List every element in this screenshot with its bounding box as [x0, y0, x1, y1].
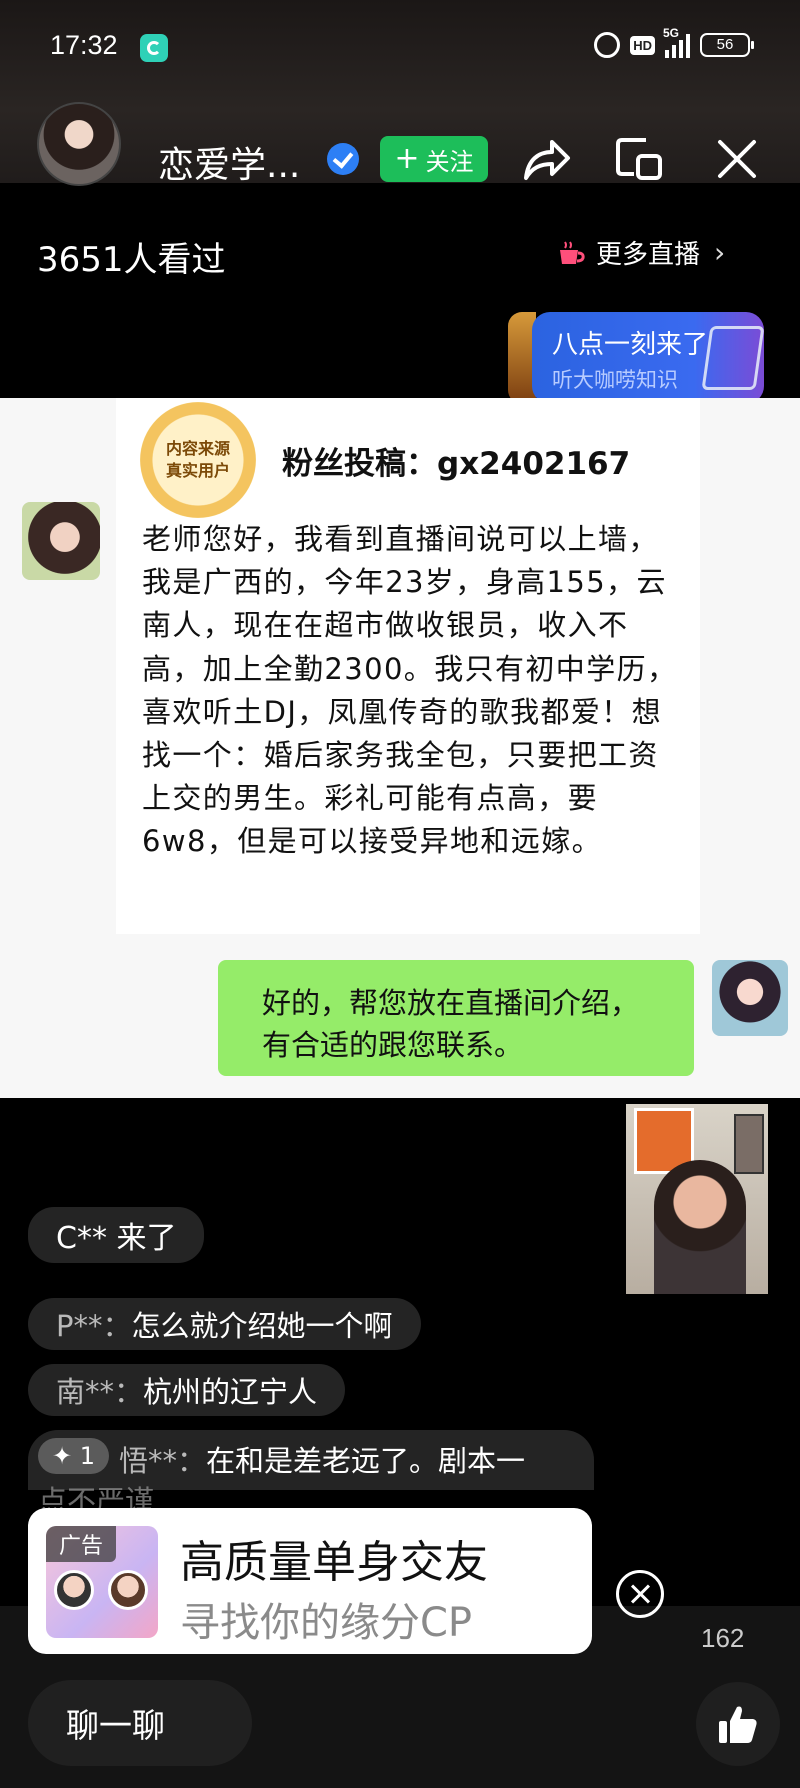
thumbs-up-icon [719, 1706, 757, 1743]
streamer-name[interactable]: 恋爱学... [158, 136, 300, 188]
like-count: 162 [701, 1623, 745, 1653]
more-live-button[interactable]: 更多直播 › [556, 234, 725, 271]
like-button[interactable] [696, 1682, 780, 1766]
promo-subtitle: 听大咖唠知识 [552, 368, 678, 392]
streamer-avatar[interactable] [37, 102, 121, 186]
fan-message: 老师您好，我看到直播间说可以上墙，我是广西的，今年23岁，身高155，云南人，现… [142, 522, 678, 859]
share-icon[interactable] [518, 132, 572, 186]
alarm-icon [594, 32, 621, 58]
follow-button[interactable]: + 关注 [380, 136, 488, 182]
ad-close-icon[interactable] [616, 1570, 664, 1618]
status-icons: HD 5G 56 [594, 26, 754, 58]
follow-label: 关注 [425, 147, 474, 176]
comment-text: 杭州的辽宁人 [143, 1375, 318, 1409]
ad-card[interactable]: 广告 高质量单身交友 寻找你的缘分CP [28, 1508, 592, 1654]
submission-id: 粉丝投稿：gx2402167 [282, 446, 631, 482]
comment-user[interactable]: 南**： [56, 1369, 143, 1411]
signal-icon: 5G [663, 26, 690, 58]
level-badge: ✦ 1 [38, 1438, 110, 1474]
comment-text: 怎么就介绍她一个啊 [131, 1309, 393, 1343]
verified-icon [327, 143, 359, 175]
comment-text: 在和是差老远了。剧本一 [206, 1444, 526, 1478]
pip-icon[interactable] [612, 132, 666, 186]
host-avatar [712, 960, 788, 1036]
more-live-label: 更多直播 [596, 240, 701, 270]
status-bar: 17:32 HD 5G 56 [0, 0, 800, 96]
chevron-right-icon: › [714, 236, 726, 269]
comment-item: 南**： 杭州的辽宁人 [28, 1364, 346, 1416]
enter-notice: C** 来了 [28, 1207, 205, 1263]
status-time: 17:32 [50, 30, 118, 60]
ad-title: 高质量单身交友 [180, 1537, 488, 1588]
comment-item: P**： 怎么就介绍她一个啊 [28, 1298, 421, 1350]
close-icon[interactable] [710, 132, 764, 186]
promo-title: 八点一刻来了 [552, 330, 709, 360]
reply-line-2: 有合适的跟您联系。 [262, 1028, 524, 1062]
reply-line-1: 好的，帮您放在直播间介绍， [262, 986, 640, 1020]
hd-icon: HD [630, 35, 655, 55]
fan-avatar [22, 502, 100, 580]
promo-graphic [701, 326, 764, 390]
comment-user[interactable]: P**： [56, 1303, 132, 1345]
comment-user[interactable]: 悟**： [119, 1438, 206, 1480]
ad-label: 广告 [46, 1526, 116, 1562]
camera-preview[interactable] [626, 1104, 768, 1294]
promo-banner[interactable]: 八点一刻来了 听大咖唠知识 [532, 312, 764, 404]
plus-icon: + [394, 141, 420, 176]
real-user-badge: 内容来源 真实用户 [140, 402, 256, 518]
viewer-count: 3651人看过 [37, 240, 226, 280]
ad-subtitle: 寻找你的缘分CP [180, 1600, 473, 1646]
app-notification-icon [140, 34, 168, 62]
cup-icon [560, 240, 585, 264]
battery-icon: 56 [700, 33, 754, 57]
reply-bubble: 好的，帮您放在直播间介绍， 有合适的跟您联系。 [218, 960, 694, 1076]
chat-input[interactable]: 聊一聊 [28, 1680, 252, 1766]
